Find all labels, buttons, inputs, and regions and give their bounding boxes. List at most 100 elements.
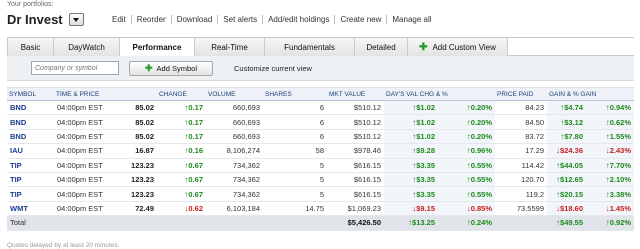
tab-real-time[interactable]: Real-Time (195, 38, 265, 57)
create-new-link[interactable]: Create new (340, 15, 381, 24)
col-header-change[interactable]: CHANGE (157, 87, 206, 101)
price-paid-cell: 114.42 (495, 158, 547, 173)
col-header-gain[interactable]: GAIN & % GAIN (547, 87, 635, 101)
add-symbol-button[interactable]: ✚ Add Symbol (129, 61, 213, 76)
symbol-link[interactable]: BND (7, 100, 54, 116)
add-edit-holdings-link[interactable]: Add/edit holdings (268, 15, 329, 24)
total-mkt-value: $5,426.50 (327, 215, 384, 231)
day-chg-cell-value: $1.02 (416, 131, 435, 141)
table-row[interactable]: TIP 04:00pm EST 123.23 ↑0.67 734,362 5 $616.15… (7, 172, 635, 188)
gain-cell: ↑$4.74 (547, 100, 586, 116)
customize-view-link[interactable]: Customize current view (234, 64, 312, 73)
gain-cell: ↑$7.80 (547, 129, 586, 145)
symbol-search-input[interactable] (31, 61, 119, 75)
total-gain-value: $49.55 (560, 218, 583, 228)
col-header-symbol[interactable]: SYMBOL (7, 87, 54, 101)
mkt-value-cell: $1,069.23 (327, 201, 384, 217)
gain-cell: ↑$20.15 (547, 186, 586, 202)
price-paid-cell: 73.5599 (495, 201, 547, 217)
gain-pct-cell: ↑1.55% (586, 129, 635, 145)
table-row[interactable]: WMT 04:00pm EST 72.49 ↓0.62 6,103,184 14.75 $1… (7, 201, 635, 217)
gain-pct-cell: ↑0.62% (586, 114, 635, 130)
your-portfolios-label: Your portfolios: (7, 1, 54, 8)
col-header-volume[interactable]: VOLUME (206, 87, 263, 101)
tab-label: Detailed (366, 42, 396, 52)
symbol-link[interactable]: IAU (7, 143, 54, 159)
tab-fundamentals[interactable]: Fundamentals (265, 38, 355, 57)
download-link[interactable]: Download (177, 15, 213, 24)
day-chg-cell: ↑$3.35 (384, 158, 438, 173)
day-pct-cell-value: 0.96% (470, 146, 492, 156)
day-chg-cell: ↓$9.15 (384, 201, 438, 217)
change-cell: ↑0.17 (157, 114, 206, 130)
portfolio-dropdown-button[interactable] (68, 13, 84, 26)
total-day-chg: ↑$13.25 (384, 215, 438, 231)
last-price: 72.49 (112, 201, 157, 217)
gain-pct-cell-value: 3.38% (609, 189, 632, 199)
quote-time: 04:00pm EST (54, 129, 112, 145)
manage-all-link[interactable]: Manage all (392, 15, 431, 24)
col-header-shares[interactable]: SHARES (263, 87, 327, 101)
day-pct-cell-value: 0.55% (470, 175, 492, 185)
change-cell: ↑0.67 (157, 158, 206, 173)
day-chg-cell: ↑$1.02 (384, 100, 438, 116)
symbol-link[interactable]: BND (7, 114, 54, 130)
empty-cell (112, 215, 157, 231)
tab-basic[interactable]: Basic (8, 38, 54, 57)
change-cell: ↓0.62 (157, 201, 206, 217)
total-label: Total (7, 215, 54, 231)
change-cell-value: 0.67 (188, 175, 203, 185)
shares-cell: 6 (263, 114, 327, 130)
empty-cell (263, 215, 327, 231)
divider (130, 15, 132, 24)
symbol-link[interactable]: TIP (7, 158, 54, 173)
shares-cell: 58 (263, 143, 327, 159)
edit-link[interactable]: Edit (112, 15, 126, 24)
table-row[interactable]: BND 04:00pm EST 85.02 ↑0.17 660,693 6 $510.12 ↑… (7, 114, 635, 130)
gain-cell-value: $7.80 (564, 131, 583, 141)
table-row[interactable]: BND 04:00pm EST 85.02 ↑0.17 660,693 6 $510.12 ↑… (7, 100, 635, 116)
day-chg-cell-value: $3.35 (416, 160, 435, 170)
col-header-time-price[interactable]: TIME & PRICE (54, 87, 157, 101)
col-header-price-paid[interactable]: PRICE PAID (495, 87, 547, 101)
table-row[interactable]: TIP 04:00pm EST 123.23 ↑0.67 734,362 5 $616.15… (7, 186, 635, 202)
quote-time: 04:00pm EST (54, 172, 112, 188)
change-cell-value: 0.17 (188, 103, 203, 113)
day-pct-cell-value: 0.55% (470, 160, 492, 170)
gain-cell-value: $4.74 (564, 103, 583, 113)
table-row[interactable]: BND 04:00pm EST 85.02 ↑0.17 660,693 6 $510.12 ↑… (7, 129, 635, 145)
tab-performance[interactable]: Performance (120, 38, 195, 57)
quote-time: 04:00pm EST (54, 114, 112, 130)
symbol-link[interactable]: BND (7, 129, 54, 145)
last-price: 85.02 (112, 114, 157, 130)
tab-daywatch[interactable]: DayWatch (54, 38, 120, 57)
day-chg-cell-value: $9.15 (416, 203, 435, 213)
gain-cell-value: $20.15 (560, 189, 583, 199)
tab-label: Performance (132, 42, 182, 52)
day-chg-cell: ↑$3.35 (384, 186, 438, 202)
price-paid-cell: 17.29 (495, 143, 547, 159)
symbol-link[interactable]: WMT (7, 201, 54, 217)
reorder-link[interactable]: Reorder (137, 15, 166, 24)
table-row[interactable]: TIP 04:00pm EST 123.23 ↑0.67 734,362 5 $616.15… (7, 158, 635, 173)
set-alerts-link[interactable]: Set alerts (223, 15, 257, 24)
divider (386, 15, 388, 24)
table-row[interactable]: IAU 04:00pm EST 16.87 ↑0.16 8,106,274 58 $978.… (7, 143, 635, 159)
change-cell-value: 0.16 (188, 146, 203, 156)
total-day-pct: ↑0.24% (438, 215, 495, 231)
day-chg-cell-value: $1.02 (416, 117, 435, 127)
col-header-days-val-chg[interactable]: DAY'S VAL CHG & % (384, 87, 495, 101)
portfolio-selector[interactable]: Dr Invest (7, 11, 84, 28)
last-price: 123.23 (112, 186, 157, 202)
mkt-value-cell: $616.15 (327, 172, 384, 188)
symbol-link[interactable]: TIP (7, 186, 54, 202)
day-pct-cell: ↓0.85% (438, 201, 495, 217)
gain-pct-cell-value: 1.45% (609, 203, 632, 213)
gain-cell: ↓$18.60 (547, 201, 586, 217)
total-row: Total $5,426.50 ↑$13.25 ↑0.24% ↑$49.55 ↑0.92% (7, 215, 635, 231)
symbol-link[interactable]: TIP (7, 172, 54, 188)
tab-add-custom-view[interactable]: ✚ Add Custom View (408, 38, 508, 57)
col-header-mkt-value[interactable]: MKT VALUE (327, 87, 384, 101)
tab-detailed[interactable]: Detailed (355, 38, 408, 57)
last-price: 16.87 (112, 143, 157, 159)
